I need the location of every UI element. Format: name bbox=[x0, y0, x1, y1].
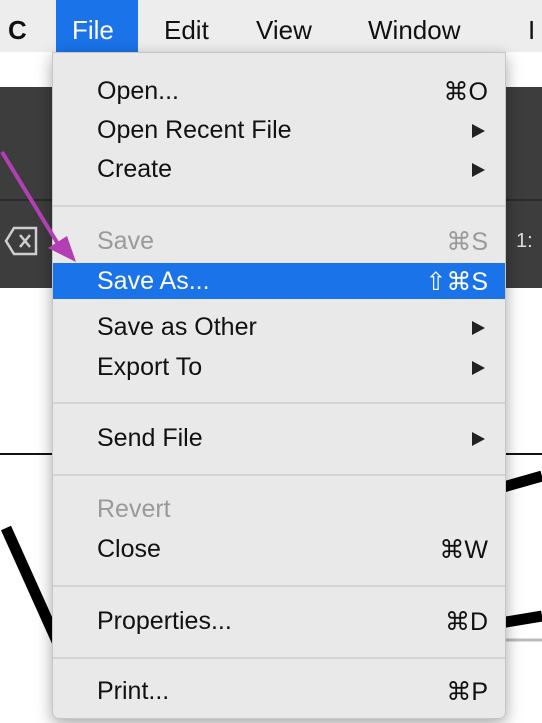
menu-item-label: Properties... bbox=[97, 607, 232, 635]
menu-item-open-recent-file[interactable]: Open Recent File bbox=[53, 112, 505, 148]
shortcut-label: ⌘D bbox=[444, 608, 488, 636]
shortcut-label: ⌘P bbox=[446, 678, 488, 706]
menu-item-revert: Revert bbox=[53, 491, 505, 527]
menu-item-create[interactable]: Create bbox=[53, 151, 505, 187]
background-number-fragment: 1: bbox=[516, 230, 533, 252]
annotation-arrow-icon bbox=[0, 150, 76, 262]
menu-separator bbox=[53, 657, 505, 659]
menu-item-label: Create bbox=[97, 155, 173, 183]
shortcut-label: ⇧⌘S bbox=[425, 268, 488, 296]
shortcut-label: ⌘O bbox=[443, 78, 488, 106]
menubar-item-app[interactable]: C bbox=[4, 0, 34, 52]
menu-item-label: Save bbox=[97, 227, 154, 255]
menu-item-label: Save As... bbox=[97, 267, 210, 295]
menu-item-send-file[interactable]: Send File bbox=[53, 420, 505, 456]
submenu-arrow-icon bbox=[472, 163, 485, 177]
menu-separator bbox=[53, 474, 505, 476]
menubar-item-edit[interactable]: Edit bbox=[164, 0, 224, 52]
shortcut-label: ⌘S bbox=[446, 228, 488, 256]
menu-separator bbox=[53, 205, 505, 207]
menu-item-label: Open... bbox=[97, 77, 179, 105]
menu-separator bbox=[53, 585, 505, 587]
menubar-item-file[interactable]: File bbox=[56, 0, 138, 52]
menu-item-label: Close bbox=[97, 535, 161, 563]
submenu-arrow-icon bbox=[472, 432, 485, 446]
menu-item-export-to[interactable]: Export To bbox=[53, 349, 505, 385]
file-menu: Open... ⌘O Open Recent File Create Save … bbox=[52, 52, 506, 719]
menubar-item-help[interactable]: I bbox=[528, 0, 542, 52]
menubar-item-window[interactable]: Window bbox=[368, 0, 488, 52]
menu-item-properties[interactable]: Properties... ⌘D bbox=[53, 603, 505, 639]
submenu-arrow-icon bbox=[472, 361, 485, 375]
menu-item-label: Send File bbox=[97, 424, 203, 452]
menu-item-save-as[interactable]: Save As... ⇧⌘S bbox=[53, 263, 505, 299]
shortcut-label: ⌘W bbox=[439, 536, 488, 564]
submenu-arrow-icon bbox=[472, 124, 485, 138]
menubar-item-view[interactable]: View bbox=[256, 0, 328, 52]
submenu-arrow-icon bbox=[472, 321, 485, 335]
menu-item-label: Save as Other bbox=[97, 313, 257, 341]
menu-bar: C File Edit View Window I bbox=[0, 0, 542, 52]
menu-item-print[interactable]: Print... ⌘P bbox=[53, 673, 505, 709]
menu-item-label: Print... bbox=[97, 677, 170, 705]
menu-item-label: Revert bbox=[97, 495, 171, 523]
menu-item-open[interactable]: Open... ⌘O bbox=[53, 73, 505, 109]
menu-separator bbox=[53, 402, 505, 404]
menu-item-close[interactable]: Close ⌘W bbox=[53, 531, 505, 567]
menu-item-save: Save ⌘S bbox=[53, 223, 505, 259]
menu-item-label: Open Recent File bbox=[97, 116, 292, 144]
menu-item-label: Export To bbox=[97, 353, 203, 381]
menu-item-save-as-other[interactable]: Save as Other bbox=[53, 309, 505, 345]
